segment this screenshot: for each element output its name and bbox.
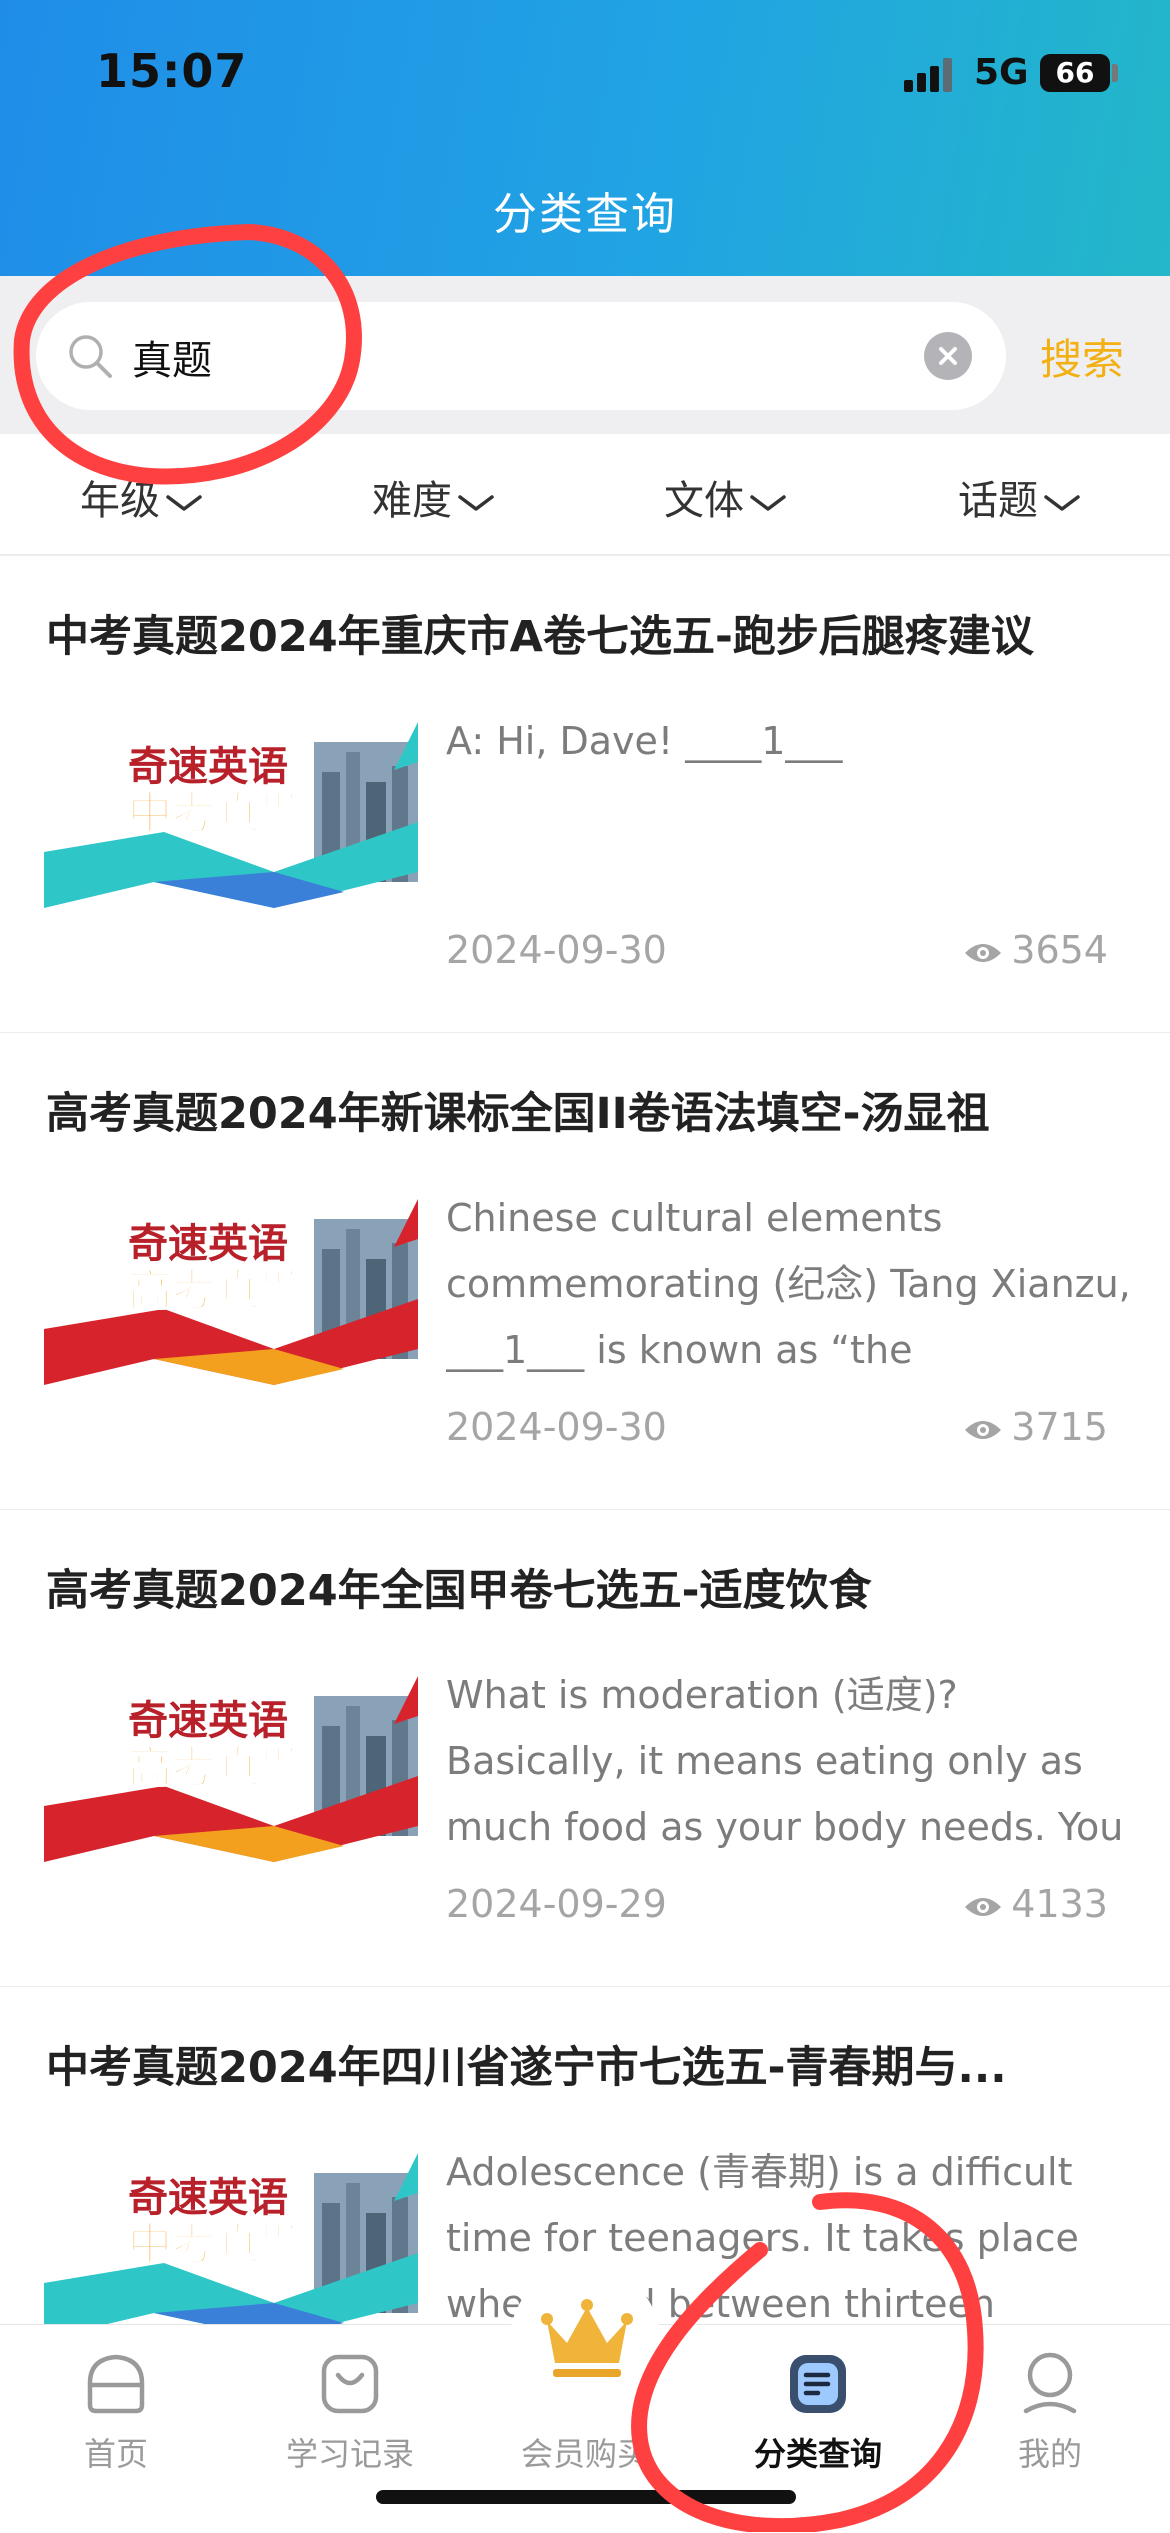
user-icon — [1023, 2352, 1077, 2414]
filter-topic[interactable]: 话题 — [958, 468, 1082, 526]
search-icon — [69, 335, 112, 378]
chevron-down-icon — [1044, 495, 1080, 511]
chevron-down-icon — [166, 495, 202, 511]
thumb-line1: 奇速英语 — [128, 2175, 288, 2221]
thumb-line2: 高考真题 — [128, 1265, 304, 1316]
home-indicator — [376, 2490, 796, 2504]
filter-label: 文体 — [664, 478, 744, 524]
article-item[interactable]: 高考真题2024年新课标全国II卷语法填空-汤显祖 奇速英语 高考真题 Chin… — [0, 1033, 1170, 1511]
battery-tip — [1112, 64, 1118, 82]
bag-icon — [321, 2354, 379, 2414]
crown-icon — [541, 2299, 633, 2377]
article-date: 2024-09-30 — [446, 1405, 667, 1449]
article-title: 高考真题2024年新课标全国II卷语法填空-汤显祖 — [46, 1089, 990, 1139]
filter-label: 话题 — [958, 478, 1038, 524]
signal-icon — [904, 58, 956, 92]
article-title: 中考真题2024年四川省遂宁市七选五-青春期与... — [46, 2043, 1007, 2093]
eye-icon — [965, 1420, 1002, 1439]
filter-label: 难度 — [372, 478, 452, 524]
tab-label: 学习记录 — [285, 2435, 414, 2473]
tab-label: 会员购买 — [520, 2435, 649, 2473]
search-input[interactable] — [130, 322, 914, 392]
article-item[interactable]: 高考真题2024年全国甲卷七选五-适度饮食 奇速英语 高考真题 What is … — [0, 1510, 1170, 1988]
tab-membership[interactable]: 会员购买 — [495, 2299, 675, 2505]
article-views: 3715 — [963, 1405, 1108, 1449]
filter-label: 年级 — [80, 478, 160, 524]
chevron-down-icon — [458, 495, 494, 511]
page-title: 分类查询 — [493, 189, 677, 240]
filter-bar: 年级 难度 文体 话题 — [0, 434, 1170, 556]
article-title: 高考真题2024年全国甲卷七选五-适度饮食 — [46, 1566, 872, 1616]
header-bar: 15:07 5G 66 分类查询 — [0, 0, 1170, 276]
close-icon — [939, 347, 957, 365]
battery-icon: 66 — [1040, 54, 1110, 92]
article-date: 2024-09-29 — [446, 1882, 667, 1926]
status-time: 15:07 — [96, 44, 248, 98]
thumb-line2: 中考真题 — [128, 2219, 304, 2270]
search-box[interactable] — [36, 302, 1006, 410]
chevron-down-icon — [750, 495, 786, 511]
network-label: 5G — [974, 52, 1029, 93]
tab-label: 首页 — [83, 2435, 148, 2473]
article-views: 4133 — [963, 1882, 1108, 1926]
article-date: 2024-09-30 — [446, 928, 667, 972]
eye-icon — [965, 943, 1002, 962]
article-item[interactable]: 中考真题2024年重庆市A卷七选五-跑步后腿疼建议 奇速英语 中考真题 A: H… — [0, 556, 1170, 1034]
thumb-line2: 高考真题 — [128, 1742, 304, 1793]
article-thumbnail: 奇速英语 高考真题 — [44, 1199, 418, 1385]
tab-home[interactable]: 首页 — [26, 2325, 206, 2505]
article-excerpt: A: Hi, Dave! ____1___ — [446, 719, 843, 763]
tab-label: 我的 — [1017, 2435, 1082, 2473]
article-thumbnail: 奇速英语 高考真题 — [44, 1676, 418, 1862]
thumb-line1: 奇速英语 — [128, 1221, 288, 1267]
clear-search-button[interactable] — [924, 332, 972, 380]
article-excerpt: What is moderation (适度)? Basically, it m… — [446, 1673, 1124, 1849]
view-count: 3654 — [1011, 928, 1108, 972]
filter-difficulty[interactable]: 难度 — [372, 468, 496, 526]
eye-icon — [965, 1897, 1002, 1916]
article-thumbnail: 奇速英语 中考真题 — [44, 2153, 418, 2339]
article-views: 3654 — [963, 928, 1108, 972]
filter-grade[interactable]: 年级 — [80, 468, 204, 526]
thumb-line1: 奇速英语 — [128, 1698, 288, 1744]
thumb-line1: 奇速英语 — [128, 744, 288, 790]
thumb-line2: 中考真题 — [128, 788, 304, 839]
filter-genre[interactable]: 文体 — [664, 468, 788, 526]
tab-category-search[interactable]: 分类查询 — [728, 2325, 908, 2505]
tab-label: 分类查询 — [753, 2435, 882, 2473]
list-icon — [790, 2355, 846, 2413]
tab-study-record[interactable]: 学习记录 — [260, 2325, 440, 2505]
article-title: 中考真题2024年重庆市A卷七选五-跑步后腿疼建议 — [46, 612, 1034, 662]
article-thumbnail: 奇速英语 中考真题 — [44, 722, 418, 908]
search-button[interactable]: 搜索 — [1040, 326, 1124, 387]
search-bar: 搜索 — [0, 276, 1170, 434]
tab-mine[interactable]: 我的 — [960, 2325, 1140, 2505]
view-count: 4133 — [1011, 1882, 1108, 1926]
home-icon — [87, 2354, 145, 2414]
view-count: 3715 — [1011, 1405, 1108, 1449]
article-excerpt: Chinese cultural elements commemorating … — [446, 1196, 1131, 1372]
